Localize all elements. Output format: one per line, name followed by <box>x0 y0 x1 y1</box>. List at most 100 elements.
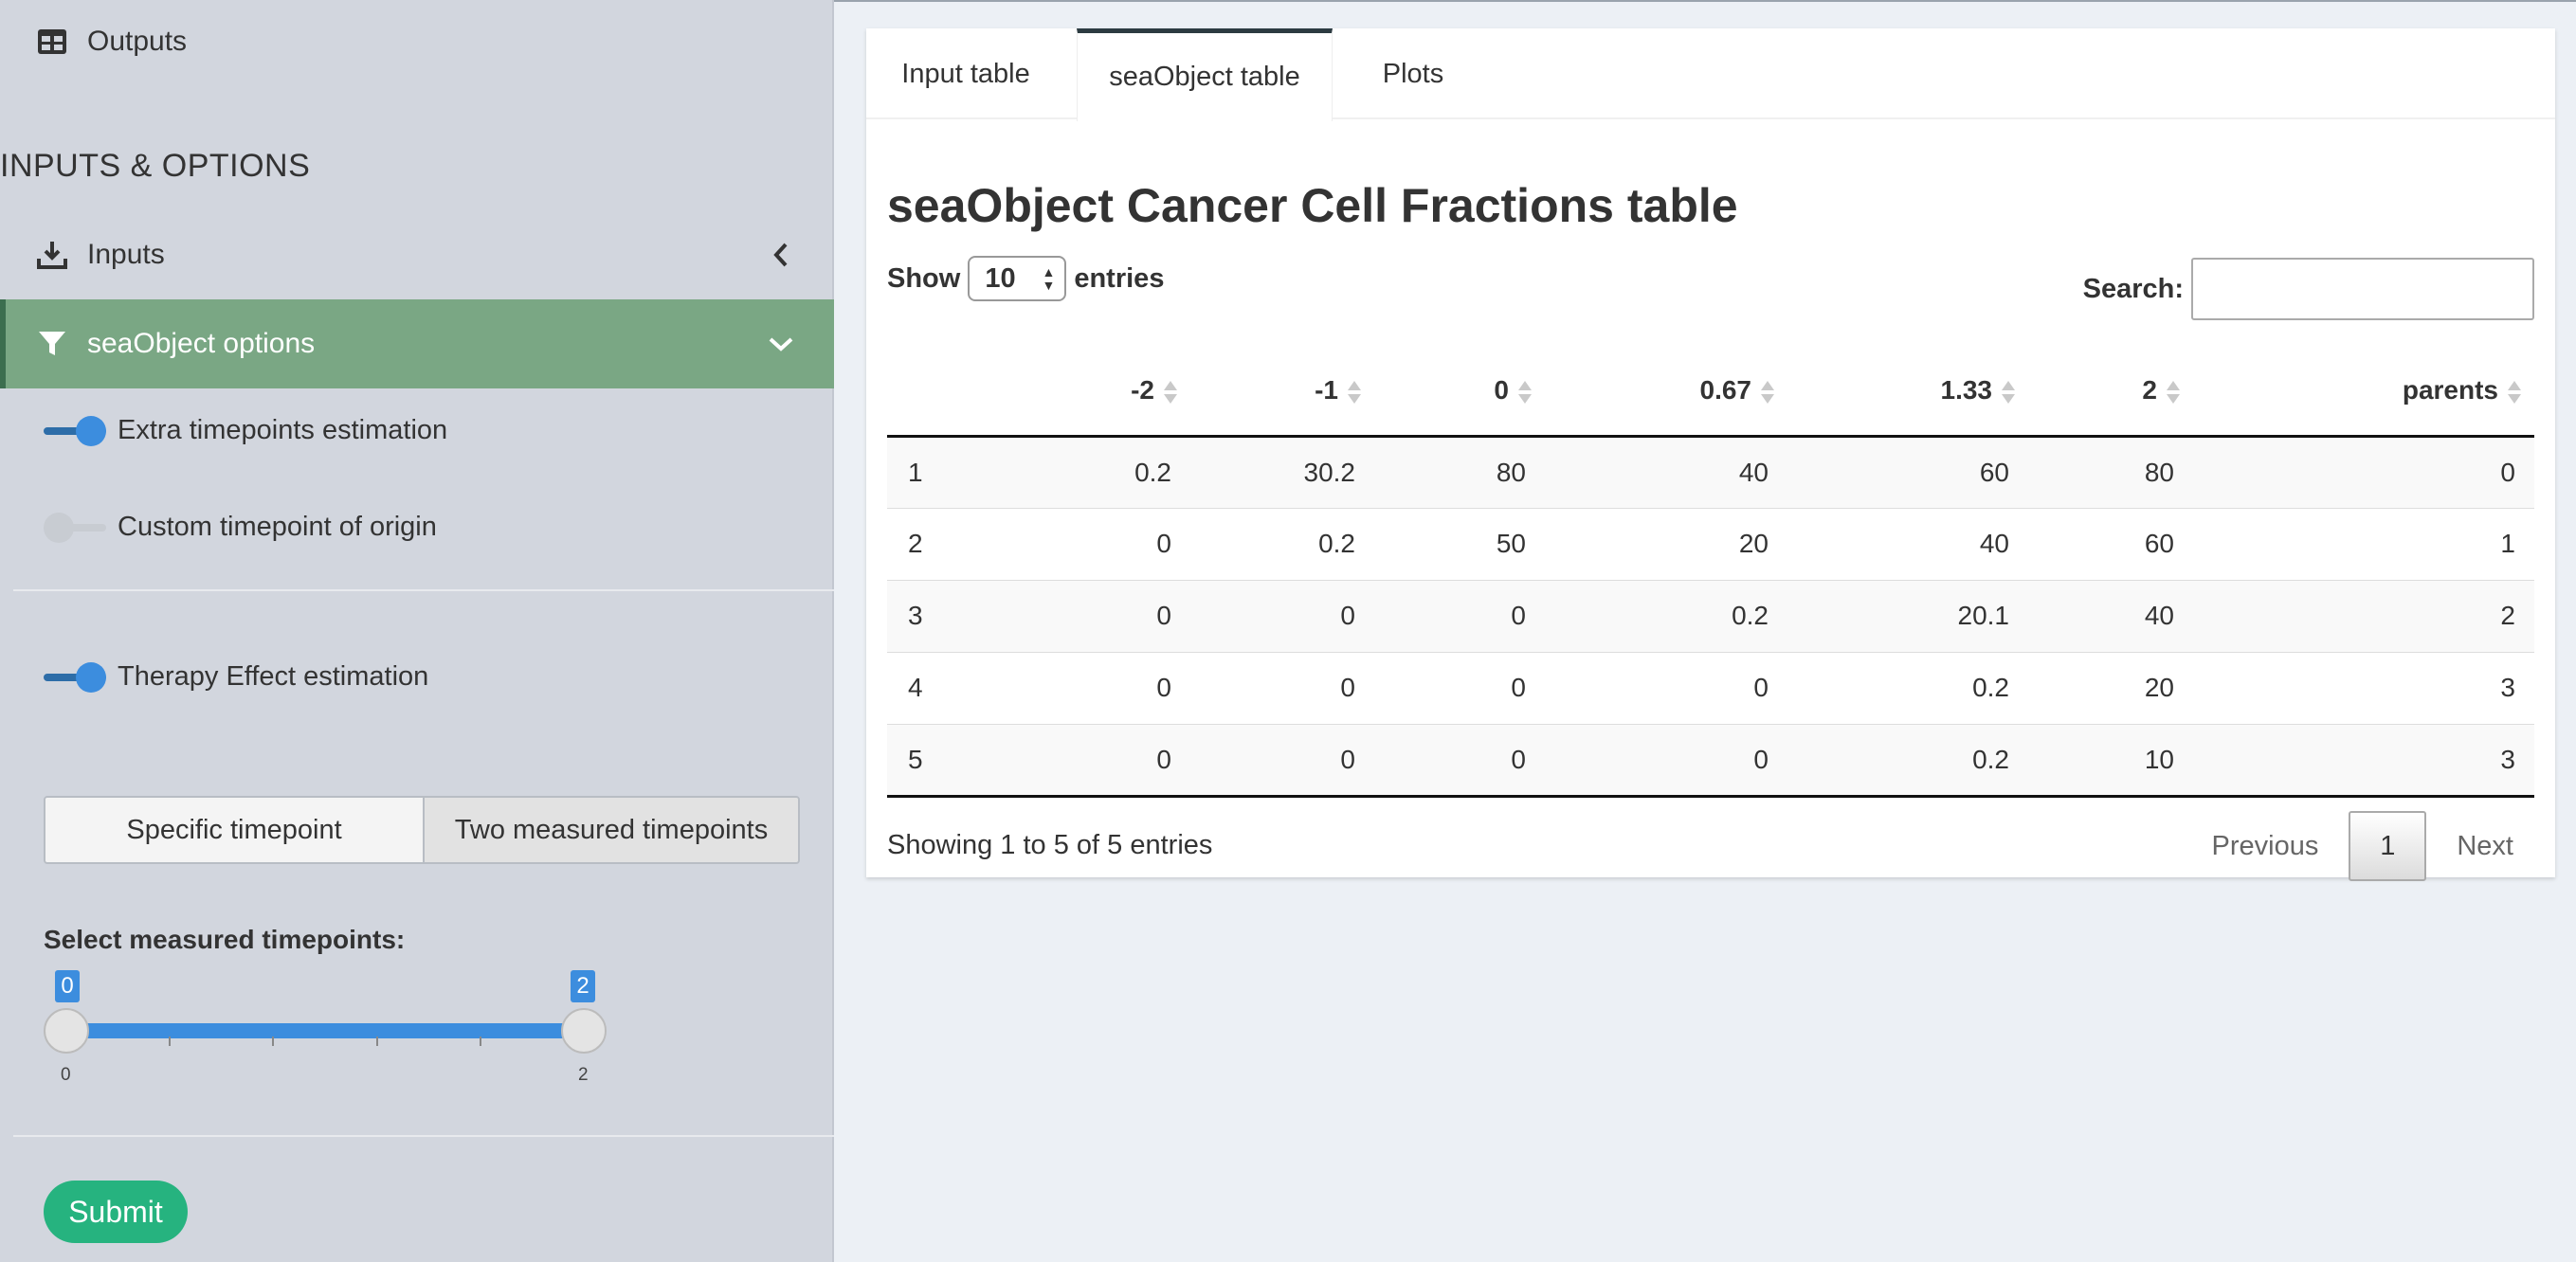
table-cell: 60 <box>2028 507 2193 580</box>
measured-timepoints-slider[interactable]: 0 2 0 2 <box>44 968 612 1091</box>
table-cell: 1 <box>887 435 1001 508</box>
column-header[interactable]: 2 <box>2028 347 2193 438</box>
table-cell: 0.2 <box>1190 507 1374 580</box>
table-cell: 40 <box>1787 507 2028 580</box>
table-cell: 0 <box>1374 579 1545 652</box>
slider-min-label: 0 <box>61 1065 71 1085</box>
extra-timepoints-toggle[interactable] <box>44 415 106 446</box>
table-header-row: -2 -1 0 0.67 1.33 2 parents <box>887 347 2534 438</box>
slider-rail[interactable] <box>66 1023 584 1038</box>
next-page-button[interactable]: Next <box>2436 811 2534 881</box>
tab-plots[interactable]: Plots <box>1333 28 1494 119</box>
column-header[interactable]: 0.67 <box>1545 347 1787 438</box>
slider-label: Select measured timepoints: <box>44 925 406 954</box>
column-header[interactable]: -2 <box>1001 347 1190 438</box>
table-cell: 4 <box>887 651 1001 724</box>
previous-page-button[interactable]: Previous <box>2191 811 2340 881</box>
tab-bar: Input table seaObject table Plots <box>866 28 2555 121</box>
table-cell: 0 <box>1001 723 1190 798</box>
custom-origin-toggle-row[interactable]: Custom timepoint of origin <box>44 512 437 543</box>
table-cell: 80 <box>1374 435 1545 508</box>
two-measured-timepoints-button[interactable]: Two measured timepoints <box>425 798 798 862</box>
entries-select-value: 10 <box>985 262 1016 294</box>
sort-icon <box>1761 381 1774 406</box>
table-cell: 20.1 <box>1787 579 2028 652</box>
table-icon <box>36 26 68 58</box>
column-header[interactable]: 0 <box>1374 347 1545 438</box>
table-cell: 3 <box>2193 723 2534 798</box>
table-cell: 5 <box>887 723 1001 798</box>
sort-icon <box>1348 381 1361 406</box>
table-cell: 20 <box>2028 651 2193 724</box>
therapy-effect-toggle[interactable] <box>44 661 106 693</box>
sidebar-item-inputs[interactable]: Inputs <box>0 210 834 299</box>
table-cell: 2 <box>2193 579 2534 652</box>
sidebar-item-label: Outputs <box>87 26 188 57</box>
custom-origin-toggle[interactable] <box>44 512 106 543</box>
column-header-label: -2 <box>1131 375 1154 406</box>
sidebar-item-outputs[interactable]: Outputs <box>0 0 834 83</box>
table-cell: 0 <box>1374 723 1545 798</box>
table-cell: 0.2 <box>1787 723 2028 798</box>
table-cell: 40 <box>1545 435 1787 508</box>
tab-input-table[interactable]: Input table <box>866 28 1065 119</box>
tab-seaobject-table[interactable]: seaObject table <box>1077 28 1333 121</box>
table-cell: 3 <box>2193 651 2534 724</box>
table-cell: 3 <box>887 579 1001 652</box>
specific-timepoint-button[interactable]: Specific timepoint <box>45 798 425 862</box>
extra-timepoints-toggle-row[interactable]: Extra timepoints estimation <box>44 415 447 446</box>
sidebar-item-label: seaObject options <box>87 328 316 359</box>
column-header-label: parents <box>2402 375 2498 406</box>
sidebar-item-seaobject-options[interactable]: seaObject options <box>0 299 834 388</box>
sidebar-item-label: Inputs <box>87 239 165 270</box>
data-table: -2 -1 0 0.67 1.33 2 parents 1 0.2 30.2 8… <box>887 347 2534 798</box>
table-row: 5 0 0 0 0 0.2 10 3 <box>887 723 2534 798</box>
table-cell: 80 <box>2028 435 2193 508</box>
divider <box>13 1135 834 1137</box>
search-control: Search: <box>2083 258 2534 320</box>
main-card: Input table seaObject table Plots seaObj… <box>866 28 2555 881</box>
table-info: Showing 1 to 5 of 5 entries <box>887 830 1213 860</box>
slider-low-handle[interactable] <box>44 1008 89 1054</box>
extra-timepoints-label: Extra timepoints estimation <box>118 415 448 445</box>
column-header-label: 0.67 <box>1699 375 1752 406</box>
table-cell: 20 <box>1545 507 1787 580</box>
select-arrows-icon: ▲ ▼ <box>1042 264 1056 293</box>
search-label: Search: <box>2082 273 2184 304</box>
sort-icon <box>1518 381 1532 406</box>
timepoint-mode-group: Specific timepoint Two measured timepoin… <box>44 796 800 864</box>
search-input[interactable] <box>2191 258 2534 320</box>
therapy-effect-toggle-row[interactable]: Therapy Effect estimation <box>44 661 428 693</box>
chevron-left-icon <box>768 242 794 268</box>
sort-icon <box>2508 381 2521 406</box>
download-icon <box>36 239 68 271</box>
column-header[interactable]: 1.33 <box>1787 347 2028 438</box>
table-cell: 0.2 <box>1545 579 1787 652</box>
slider-high-value: 2 <box>571 970 595 1002</box>
column-header-label: 1.33 <box>1940 375 1993 406</box>
table-cell: 0 <box>1190 579 1374 652</box>
table-cell: 0.2 <box>1001 435 1190 508</box>
page-1-button[interactable]: 1 <box>2349 811 2427 881</box>
slider-high-handle[interactable] <box>561 1008 607 1054</box>
table-cell: 60 <box>1787 435 2028 508</box>
custom-origin-label: Custom timepoint of origin <box>118 512 437 542</box>
divider <box>13 589 834 591</box>
show-suffix: entries <box>1074 262 1165 294</box>
table-cell: 0 <box>1001 579 1190 652</box>
table-cell: 0 <box>1001 507 1190 580</box>
page-title: seaObject Cancer Cell Fractions table <box>887 179 1738 232</box>
entries-select[interactable]: 10 ▲ ▼ <box>968 256 1067 301</box>
sort-icon <box>1164 381 1177 406</box>
column-header[interactable]: -1 <box>1190 347 1374 438</box>
chevron-down-icon <box>768 331 794 357</box>
submit-button[interactable]: Submit <box>44 1181 188 1243</box>
sidebar: Outputs INPUTS & OPTIONS Inputs seaObjec… <box>0 0 834 1262</box>
column-header[interactable]: parents <box>2193 347 2534 438</box>
slider-max-label: 2 <box>578 1065 589 1085</box>
table-cell: 50 <box>1374 507 1545 580</box>
filter-icon <box>36 328 68 360</box>
slider-tick <box>376 1037 378 1046</box>
table-row: 4 0 0 0 0 0.2 20 3 <box>887 651 2534 724</box>
sort-icon <box>2167 381 2180 406</box>
